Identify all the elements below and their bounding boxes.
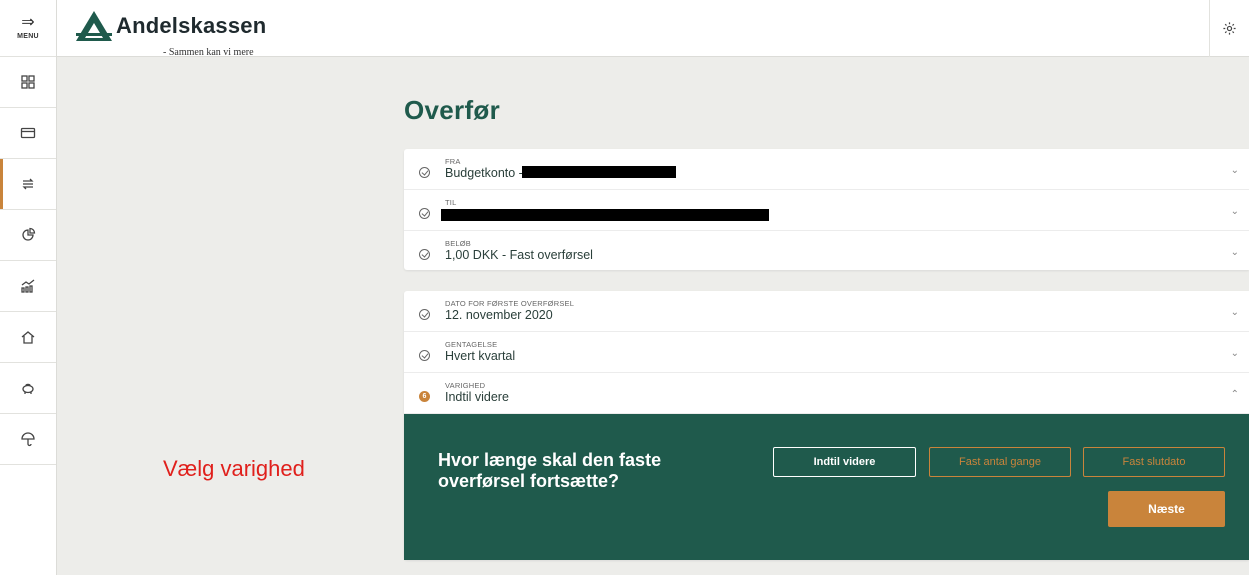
nav-cards[interactable] bbox=[0, 108, 56, 159]
to-label: TIL bbox=[445, 198, 457, 207]
chevron-down-icon: ⌄ bbox=[1230, 307, 1239, 318]
nav-transfer[interactable] bbox=[0, 159, 56, 210]
left-nav-rail: ⇒ MENU bbox=[0, 0, 57, 575]
brand-name: Andelskassen bbox=[116, 13, 267, 38]
check-circle-icon bbox=[419, 249, 430, 260]
chevron-down-icon: ⌄ bbox=[1230, 348, 1239, 359]
menu-button[interactable]: ⇒ MENU bbox=[0, 0, 56, 57]
from-row[interactable]: FRA Budgetkonto - ⌄ bbox=[404, 149, 1249, 190]
page-title: Overfør bbox=[404, 95, 501, 125]
duration-question: Hvor længe skal den faste overførsel for… bbox=[438, 450, 662, 491]
to-row[interactable]: TIL ⌄ bbox=[404, 190, 1249, 231]
menu-label: MENU bbox=[17, 33, 39, 40]
umbrella-icon bbox=[21, 432, 35, 447]
amount-label: BELØB bbox=[445, 239, 472, 248]
menu-arrow-icon: ⇒ bbox=[21, 14, 35, 31]
next-button[interactable]: Næste bbox=[1108, 491, 1225, 527]
amount-row[interactable]: BELØB 1,00 DKK - Fast overførsel ⌄ bbox=[404, 231, 1249, 272]
check-circle-icon bbox=[419, 167, 430, 178]
nav-home[interactable] bbox=[0, 312, 56, 363]
transfer-details-card: FRA Budgetkonto - ⌄ TIL ⌄ BELØB 1,00 DKK… bbox=[404, 149, 1249, 270]
repeat-row[interactable]: GENTAGELSE Hvert kvartal ⌄ bbox=[404, 332, 1249, 373]
check-circle-icon bbox=[419, 208, 430, 219]
chevron-up-icon: ⌃ bbox=[1230, 389, 1239, 400]
repeat-value: Hvert kvartal bbox=[445, 349, 516, 363]
top-bar: Andelskassen - Sammen kan vi mere bbox=[57, 0, 1249, 58]
step-number-badge: 6 bbox=[419, 391, 430, 402]
nav-insurance[interactable] bbox=[0, 414, 56, 465]
nav-overview[interactable] bbox=[0, 57, 56, 108]
duration-label: VARIGHED bbox=[445, 381, 486, 390]
duration-row[interactable]: 6 VARIGHED Indtil videre ⌃ bbox=[404, 373, 1249, 414]
first-date-row[interactable]: DATO FOR FØRSTE OVERFØRSEL 12. november … bbox=[404, 291, 1249, 332]
redacted-account-number bbox=[522, 166, 676, 178]
nav-budget[interactable] bbox=[0, 210, 56, 261]
nav-investments[interactable] bbox=[0, 261, 56, 312]
pie-chart-icon bbox=[22, 227, 36, 241]
chevron-down-icon: ⌄ bbox=[1230, 247, 1239, 258]
house-icon bbox=[21, 331, 35, 344]
redacted-recipient bbox=[441, 209, 769, 221]
repeat-label: GENTAGELSE bbox=[445, 340, 498, 349]
gear-icon bbox=[1223, 22, 1236, 35]
grid-icon bbox=[21, 75, 35, 89]
from-value: Budgetkonto - bbox=[445, 166, 523, 180]
chevron-down-icon: ⌄ bbox=[1230, 165, 1239, 176]
option-fixed-count[interactable]: Fast antal gange bbox=[929, 447, 1071, 477]
settings-button[interactable] bbox=[1209, 0, 1249, 57]
option-fixed-end-date[interactable]: Fast slutdato bbox=[1083, 447, 1225, 477]
annotation-text: Vælg varighed bbox=[163, 456, 305, 481]
amount-value: 1,00 DKK - Fast overførsel bbox=[445, 248, 593, 262]
duration-value: Indtil videre bbox=[445, 390, 509, 404]
check-circle-icon bbox=[419, 309, 430, 320]
chevron-down-icon: ⌄ bbox=[1230, 206, 1239, 217]
duration-panel: Hvor længe skal den faste overførsel for… bbox=[404, 414, 1249, 560]
from-label: FRA bbox=[445, 157, 461, 166]
schedule-card: DATO FOR FØRSTE OVERFØRSEL 12. november … bbox=[404, 291, 1249, 560]
nav-savings[interactable] bbox=[0, 363, 56, 414]
first-date-label: DATO FOR FØRSTE OVERFØRSEL bbox=[445, 299, 575, 308]
piggy-bank-icon bbox=[22, 383, 34, 394]
brand-logo[interactable]: Andelskassen bbox=[74, 9, 266, 43]
card-icon bbox=[20, 127, 36, 139]
first-date-value: 12. november 2020 bbox=[445, 308, 553, 322]
chart-up-icon bbox=[21, 279, 35, 293]
transfer-icon bbox=[22, 178, 34, 190]
logo-mark-icon bbox=[76, 11, 112, 41]
option-until-further[interactable]: Indtil videre bbox=[773, 447, 916, 477]
check-circle-icon bbox=[419, 350, 430, 361]
brand-tagline: - Sammen kan vi mere bbox=[163, 47, 254, 58]
